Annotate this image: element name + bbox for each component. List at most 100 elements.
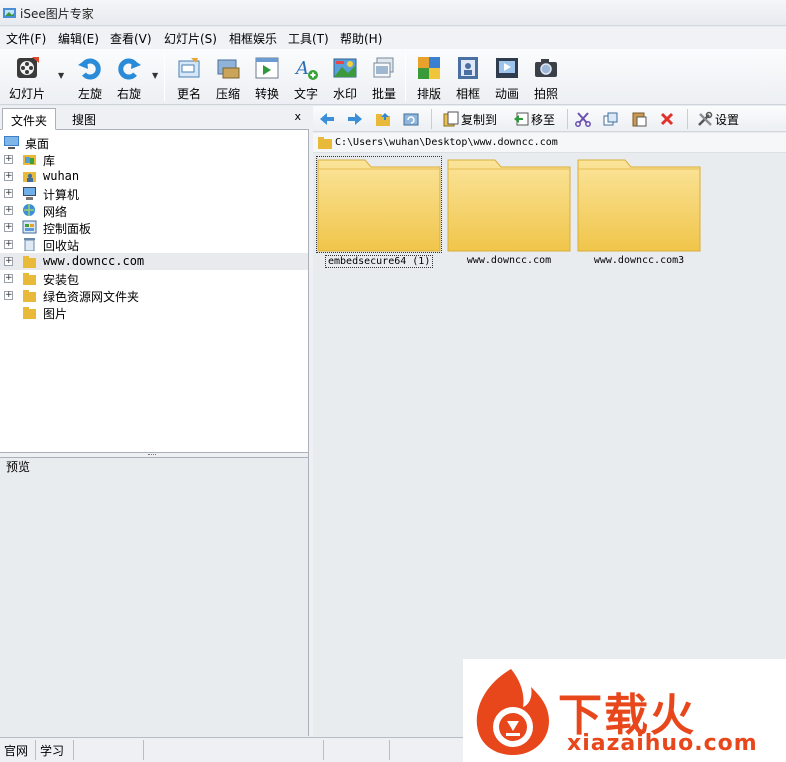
expand-icon[interactable]: + [4, 274, 13, 283]
copy-to-button[interactable]: 复制到 [441, 109, 503, 129]
compress-icon [217, 59, 240, 79]
expand-icon[interactable]: + [4, 206, 13, 215]
path-bar[interactable]: C:\Users\wuhan\Desktop\www.downcc.com [313, 133, 786, 153]
expand-icon[interactable]: + [4, 257, 13, 266]
rotate-right-icon [118, 58, 141, 80]
rename-button[interactable]: 更名 [170, 53, 208, 103]
move-to-label: 移至 [531, 113, 556, 127]
batch-button[interactable]: 批量 [365, 53, 403, 103]
take-photo-label: 拍照 [533, 87, 558, 101]
frame-button[interactable]: 相框 [449, 53, 487, 103]
delete-button[interactable] [657, 109, 677, 129]
tab-search-images[interactable]: 搜图 [64, 108, 104, 130]
tree-node[interactable]: + 控制面板 [0, 219, 308, 236]
expand-icon[interactable]: + [4, 189, 13, 198]
expand-icon[interactable]: + [4, 240, 13, 249]
official-site-link[interactable]: 官网 [0, 740, 36, 760]
menu-bar: 文件(F) 编辑(E) 查看(V) 幻灯片(S) 相框娱乐 工具(T) 帮助(H… [0, 27, 786, 49]
convert-button[interactable]: 转换 [248, 53, 286, 103]
folder-icon [577, 159, 701, 252]
folder-icon [23, 273, 36, 285]
settings-button[interactable]: 设置 [695, 109, 747, 129]
tree-node-label: 桌面 [25, 137, 50, 151]
folder-up-icon [376, 113, 390, 126]
tree-node-label: 控制面板 [43, 222, 92, 236]
tree-node[interactable]: + 计算机 [0, 185, 308, 202]
copy-to-label: 复制到 [461, 113, 498, 127]
tree-node[interactable]: + 安装包 [0, 270, 308, 287]
tree-node-label: www.downcc.com [43, 254, 145, 268]
animation-button[interactable]: 动画 [488, 53, 526, 103]
expand-icon[interactable]: + [4, 155, 13, 164]
tree-node[interactable]: 桌面 [0, 134, 308, 151]
expand-icon[interactable]: + [4, 291, 13, 300]
layout-button[interactable]: 排版 [410, 53, 448, 103]
photo-frame-icon [458, 57, 478, 79]
move-to-icon [514, 112, 529, 126]
watermark-url: xiazaihuo.com [567, 731, 758, 756]
expand-icon[interactable]: + [4, 172, 13, 181]
menu-tools[interactable]: 工具(T) [286, 30, 331, 47]
file-thumbnail[interactable]: www.downcc.com [447, 157, 571, 269]
folder-icon [23, 307, 36, 319]
cut-button[interactable] [573, 109, 593, 129]
file-name: www.downcc.com3 [593, 255, 685, 266]
back-button[interactable] [317, 109, 337, 129]
rotate-dropdown-icon[interactable]: ▼ [152, 71, 160, 80]
tree-node[interactable]: + www.downcc.com [0, 253, 308, 270]
text-button[interactable]: A 文字 [287, 53, 325, 103]
menu-view[interactable]: 查看(V) [108, 30, 154, 47]
learn-link[interactable]: 学习 [36, 740, 74, 760]
tree-node[interactable]: + 回收站 [0, 236, 308, 253]
compress-label: 压缩 [215, 87, 240, 101]
tab-folders[interactable]: 文件夹 [2, 108, 57, 130]
forward-button[interactable] [345, 109, 365, 129]
preview-label: 预览 [6, 460, 31, 474]
menu-file[interactable]: 文件(F) [4, 30, 48, 47]
paste-button[interactable] [629, 109, 649, 129]
up-folder-button[interactable] [373, 109, 393, 129]
slideshow-button[interactable]: 幻灯片 [6, 53, 48, 103]
rotate-right-button[interactable]: 右旋 [110, 53, 148, 103]
menu-edit[interactable]: 编辑(E) [56, 30, 101, 47]
slideshow-dropdown-icon[interactable]: ▼ [58, 71, 66, 80]
convert-icon [255, 57, 279, 79]
tree-node[interactable]: 图片 [0, 304, 308, 321]
compress-button[interactable]: 压缩 [209, 53, 247, 103]
toolbar-separator [687, 109, 688, 129]
refresh-button[interactable] [401, 109, 421, 129]
menu-frame-fun[interactable]: 相框娱乐 [227, 30, 279, 47]
menu-help[interactable]: 帮助(H) [338, 30, 384, 47]
settings-label: 设置 [715, 113, 740, 127]
title-bar: iSee图片专家 [0, 0, 786, 26]
close-panel-button[interactable]: x [294, 110, 301, 123]
tree-node-label: 计算机 [43, 188, 80, 202]
layout-label: 排版 [416, 87, 441, 101]
copy-button[interactable] [601, 109, 621, 129]
text-label: 文字 [293, 87, 318, 101]
expand-icon[interactable]: + [4, 223, 13, 232]
file-thumbnail[interactable]: embedsecure64 (1) [316, 156, 442, 269]
tree-node-label: wuhan [43, 169, 80, 183]
file-thumbnail[interactable]: www.downcc.com3 [577, 157, 701, 269]
rename-label: 更名 [176, 87, 201, 101]
menu-slideshow[interactable]: 幻灯片(S) [162, 30, 219, 47]
tree-node[interactable]: + 库 [0, 151, 308, 168]
window-title: iSee图片专家 [20, 7, 94, 21]
recycle-bin-icon [24, 238, 35, 251]
file-toolbar: 复制到 移至 设置 [313, 106, 786, 132]
tree-node-label: 绿色资源网文件夹 [43, 290, 140, 304]
tree-node-label: 网络 [43, 205, 68, 219]
paste-icon [632, 112, 647, 127]
rotate-left-button[interactable]: 左旋 [71, 53, 109, 103]
take-photo-button[interactable]: 拍照 [527, 53, 565, 103]
status-cell [74, 740, 144, 760]
move-to-button[interactable]: 移至 [511, 109, 561, 129]
tree-node[interactable]: + 绿色资源网文件夹 [0, 287, 308, 304]
toolbar-separator [405, 53, 406, 101]
tree-node[interactable]: + 网络 [0, 202, 308, 219]
folder-icon [318, 137, 332, 149]
thumbnail-area: embedsecure64 (1) www.downcc.com www.dow… [313, 154, 786, 736]
watermark-button[interactable]: 水印 [326, 53, 364, 103]
tree-node[interactable]: + wuhan [0, 168, 308, 185]
